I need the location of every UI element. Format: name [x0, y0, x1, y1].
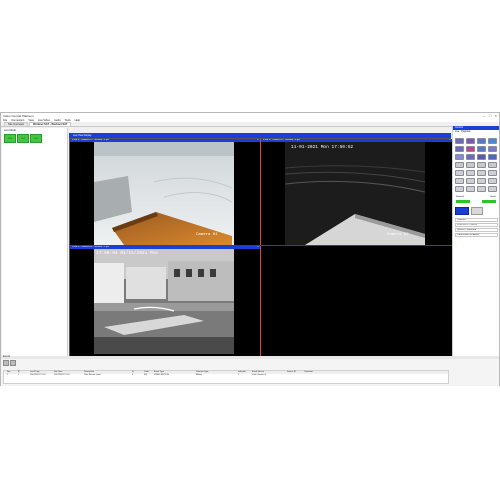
ptz-button[interactable] [466, 170, 475, 176]
ptz-button[interactable] [455, 178, 464, 184]
ptz-button[interactable] [455, 138, 464, 144]
tile-label: iCam 8 • Camera 03 • 704x480 • 4 fps [72, 246, 109, 248]
camera-timestamp: 11-01-2021 Mon 17:50:52 [291, 145, 354, 150]
control-panel: Control Live Playback Network Audio Came… [452, 126, 499, 370]
ptz-button[interactable] [466, 154, 475, 160]
ptz-button[interactable] [488, 162, 497, 168]
table-row[interactable]: 1 1 11/01/2021 17:50 11/01/2021 17:50 Da… [4, 374, 448, 377]
table-cell: 1 [238, 374, 240, 376]
video-tile-2[interactable]: iCam 8 • Camera 02 • 704x480 • 4 fps ✕ 11… [261, 139, 452, 245]
tile-close-icon[interactable]: ✕ [257, 246, 259, 249]
ptz-button[interactable] [477, 154, 486, 160]
ptz-button[interactable] [455, 162, 464, 168]
video-tile-1[interactable]: iCam 8 • Camera 01 • 704x480 • 4 fps ✕ C… [70, 139, 260, 245]
device-status-field: CAN-Frodo Fan Active [455, 233, 498, 237]
ptz-button[interactable] [488, 178, 497, 184]
ptz-button[interactable] [488, 186, 497, 192]
ptz-button[interactable] [466, 146, 475, 152]
tile-divider-horizontal [70, 245, 452, 246]
network-status-label: Network [456, 196, 465, 198]
camera-feed-2 [285, 142, 425, 245]
live-channel-button-3[interactable]: CH 3 [30, 134, 42, 143]
video-tile-4[interactable] [261, 246, 452, 357]
network-status-indicator [456, 200, 470, 203]
camera-select[interactable]: Camera 1 [455, 218, 498, 222]
tab-site-overview[interactable]: Site Overview [4, 122, 28, 126]
table-cell: 11/01/2021 17:50 [30, 374, 46, 376]
tab-playback[interactable]: Playback [461, 131, 470, 133]
left-panel: Live Mode CH 1 CH 2 CH 3 [2, 128, 68, 370]
ptz-button[interactable] [477, 186, 486, 192]
live-channel-button-1[interactable]: CH 1 [4, 134, 16, 143]
minimize-button[interactable]: — [483, 114, 486, 118]
ptz-button[interactable] [455, 186, 464, 192]
ptz-button[interactable] [455, 146, 464, 152]
tab-worknet-sat[interactable]: Worknet SAT - Worknet SAT [29, 122, 72, 126]
snapshot-button[interactable] [455, 207, 469, 215]
camera-feed-1 [94, 142, 234, 245]
system-status-field: System: Connected [455, 228, 498, 232]
table-cell: 1 [7, 374, 9, 376]
tile-close-icon[interactable]: ✕ [449, 139, 451, 142]
table-cell: Motion [196, 374, 203, 376]
export-events-icon[interactable] [10, 360, 16, 366]
table-cell: iCam Camera 3 [252, 374, 267, 376]
ptz-button[interactable] [488, 170, 497, 176]
table-cell: VIDEO MOTION [154, 374, 169, 376]
datetime-field: 11/01/2021 17:00:04 [455, 223, 498, 227]
ptz-button[interactable] [477, 162, 486, 168]
ptz-button[interactable] [455, 154, 464, 160]
table-cell: Data Stream event [84, 374, 101, 376]
tile-label: iCam 8 • Camera 01 • 704x480 • 4 fps [72, 139, 109, 141]
tile-label: iCam 8 • Camera 02 • 704x480 • 4 fps [263, 139, 300, 141]
ptz-button[interactable] [466, 138, 475, 144]
tile-divider-vertical [260, 139, 261, 357]
status-labels: Network Audio [456, 196, 496, 198]
ptz-button[interactable] [466, 186, 475, 192]
ptz-button[interactable] [466, 162, 475, 168]
ptz-button[interactable] [466, 178, 475, 184]
ptz-button[interactable] [477, 138, 486, 144]
video-grid: iCam 8 • Camera 01 • 704x480 • 4 fps ✕ C… [69, 138, 452, 357]
ptz-button[interactable] [477, 170, 486, 176]
table-cell: 0 [132, 374, 134, 376]
ptz-button[interactable] [477, 178, 486, 184]
control-tabs: Live Playback [453, 130, 499, 134]
clear-events-icon[interactable] [3, 360, 9, 366]
record-button[interactable] [471, 207, 483, 215]
ptz-button[interactable] [477, 146, 486, 152]
document-tabs: Site Overview Worknet SAT - Worknet SAT [1, 122, 499, 127]
audio-status-label: Audio [490, 196, 496, 198]
audio-status-indicator [482, 200, 496, 203]
app-window: Video Central Platinum — ☐ ✕ File Connec… [0, 112, 500, 386]
close-button[interactable]: ✕ [494, 114, 497, 118]
camera-stamp: Camera 01 [196, 233, 218, 237]
ptz-button[interactable] [488, 146, 497, 152]
table-cell: 001 [144, 374, 148, 376]
camera-feed-3 [94, 249, 234, 354]
camera-stamp: Camera 02 [387, 233, 409, 237]
events-panel: Events Site ID Local Time Site Time Desc… [1, 356, 499, 386]
ptz-button[interactable] [455, 170, 464, 176]
table-cell: 11/01/2021 17:50 [54, 374, 70, 376]
window-title: Video Central Platinum [3, 113, 34, 118]
tab-live[interactable]: Live [455, 131, 459, 133]
video-tile-3[interactable]: iCam 8 • Camera 03 • 704x480 • 4 fps ✕ 17… [70, 246, 260, 357]
maximize-button[interactable]: ☐ [489, 114, 492, 118]
live-buttons: CH 1 CH 2 CH 3 [2, 133, 67, 144]
tile-close-icon[interactable]: ✕ [257, 139, 259, 142]
events-toolbar [1, 359, 499, 367]
live-channel-button-2[interactable]: CH 2 [17, 134, 29, 143]
ptz-button[interactable] [488, 138, 497, 144]
events-table: Site ID Local Time Site Time Description… [3, 370, 449, 384]
table-cell: 1 [18, 374, 20, 376]
ptz-button[interactable] [488, 154, 497, 160]
camera-timestamp: 17:00:04 01/11/2021 Mon [96, 251, 159, 256]
